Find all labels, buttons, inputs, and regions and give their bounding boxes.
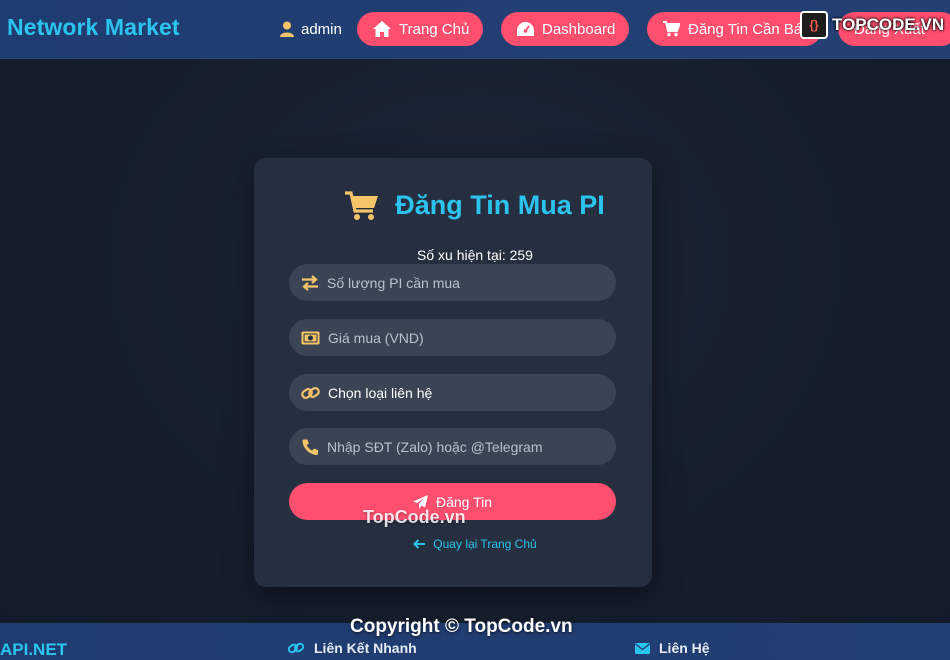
cart-icon: [345, 190, 379, 221]
footer-quick-links-heading: Liên Kết Nhanh: [287, 640, 417, 656]
brand-logo[interactable]: Network Market: [7, 14, 180, 41]
copyright-watermark: Copyright © TopCode.vn: [350, 616, 573, 637]
contact-type-select[interactable]: Chọn loại liên hệ: [289, 374, 616, 411]
nav-home-button[interactable]: Trang Chủ: [357, 12, 483, 46]
price-input[interactable]: [328, 329, 598, 346]
money-bill-icon: [301, 331, 320, 345]
gauge-icon: [517, 22, 534, 36]
contact-field[interactable]: [289, 428, 616, 465]
footer-contact-heading: Liên Hệ: [635, 640, 710, 656]
quantity-input[interactable]: [327, 274, 597, 291]
contact-type-value: Chọn loại liên hệ: [328, 384, 433, 401]
phone-icon: [301, 439, 319, 455]
footer-brand: API.NET: [0, 640, 68, 659]
link-icon: [301, 385, 320, 401]
coin-balance: Số xu hiện tại: 259: [417, 247, 533, 263]
quantity-field[interactable]: [289, 264, 616, 301]
exchange-icon: [301, 274, 319, 291]
watermark-text: TopCode.vn: [363, 507, 466, 527]
link-icon: [287, 641, 305, 655]
arrow-left-icon: [413, 539, 426, 549]
nav-dashboard-button[interactable]: Dashboard: [501, 12, 629, 46]
home-icon: [373, 21, 391, 37]
code-braces-icon: {}: [800, 11, 828, 39]
watermark-logo: {} TOPCODE.VN: [800, 9, 950, 41]
back-home-link[interactable]: Quay lại Trang Chủ: [0, 537, 950, 551]
user-menu[interactable]: admin: [280, 19, 342, 39]
contact-input[interactable]: [327, 438, 597, 455]
user-icon: [280, 21, 294, 37]
price-field[interactable]: [289, 319, 616, 356]
envelope-icon: [635, 642, 650, 654]
cart-icon: [663, 21, 680, 37]
username: admin: [301, 20, 342, 38]
nav-post-sell-button[interactable]: Đăng Tin Cần Bán: [647, 12, 822, 46]
form-title: Đăng Tin Mua PI: [0, 190, 950, 221]
